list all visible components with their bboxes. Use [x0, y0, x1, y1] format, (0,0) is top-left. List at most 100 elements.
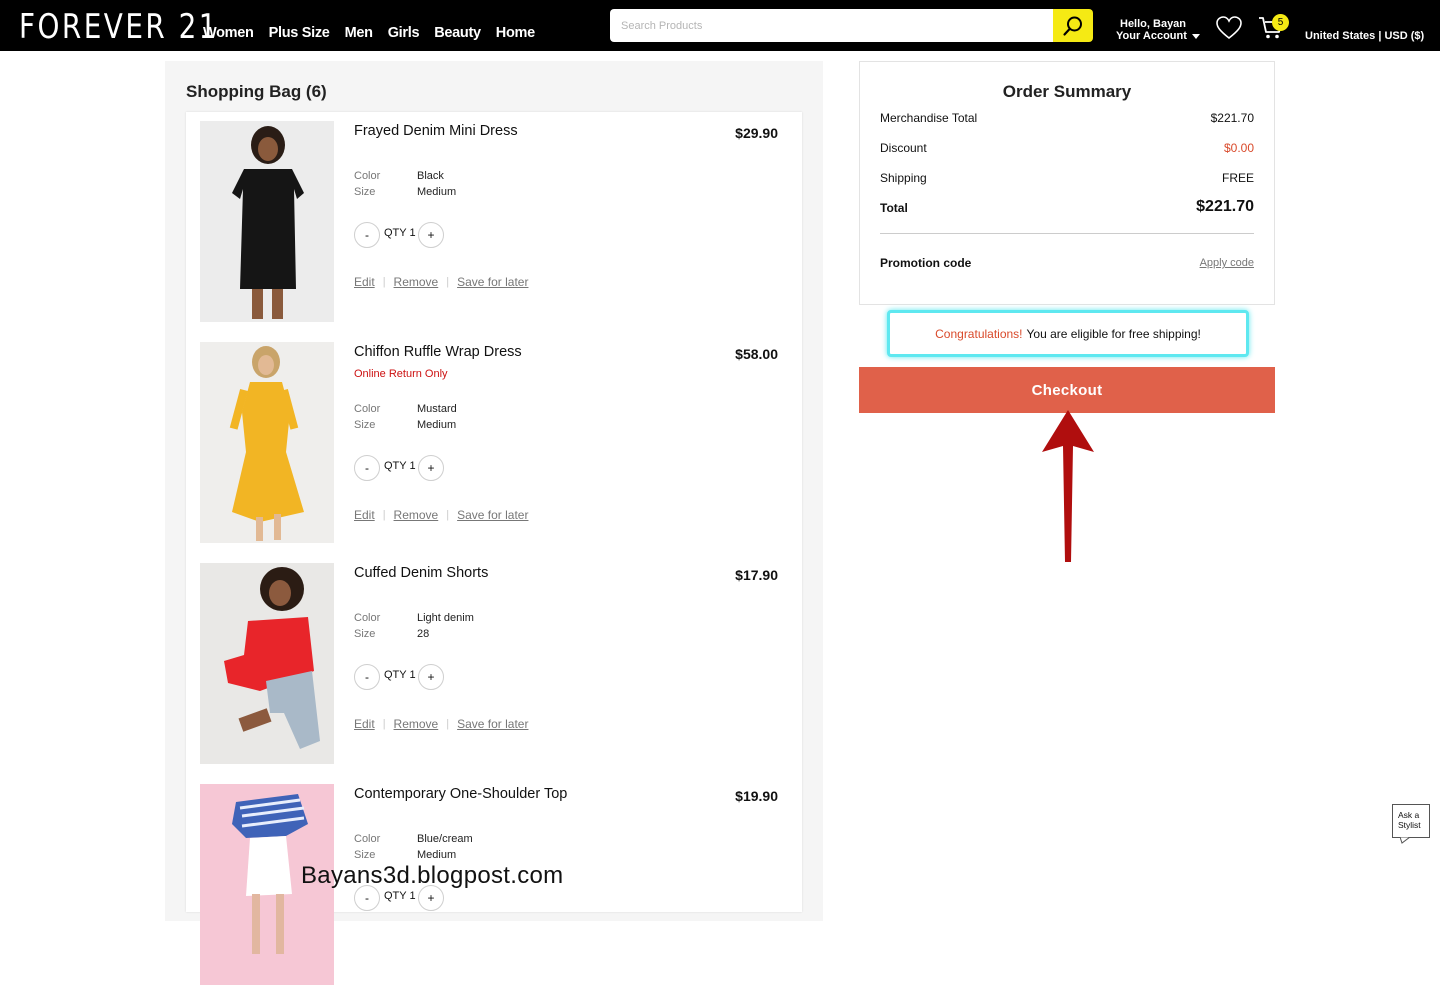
online-return-only-note: Online Return Only	[354, 368, 448, 380]
shipping-row: Shipping FREE	[880, 171, 1254, 185]
item-actions: Edit | Remove | Save for later	[354, 508, 528, 522]
product-price: $17.90	[735, 567, 778, 583]
checkout-button[interactable]: Checkout	[859, 367, 1275, 413]
size-label: Size	[354, 628, 376, 640]
congrats-highlight: Congratulations!	[935, 326, 1023, 341]
size-label: Size	[354, 186, 376, 198]
watermark-text: Bayans3d.blogpost.com	[301, 862, 564, 889]
qty-label: QTY 1	[384, 890, 416, 902]
divider: |	[446, 509, 450, 521]
product-image[interactable]	[200, 121, 334, 322]
promotion-code-label: Promotion code	[880, 256, 972, 270]
product-name[interactable]: Contemporary One-Shoulder Top	[354, 786, 567, 802]
speech-bubble-tail-icon	[1400, 837, 1411, 844]
qty-decrease-button[interactable]: -	[354, 222, 380, 248]
size-value: Medium	[417, 849, 457, 861]
main-nav: Women Plus Size Men Girls Beauty Home	[203, 25, 535, 41]
bag-item-list: Frayed Denim Mini Dress $29.90 Color Bla…	[186, 112, 802, 985]
congrats-text: You are eligible for free shipping!	[1026, 326, 1201, 341]
total-value: $221.70	[1196, 198, 1254, 215]
nav-plus-size[interactable]: Plus Size	[269, 25, 330, 41]
color-value: Light denim	[417, 612, 474, 624]
divider: |	[382, 276, 386, 288]
red-arrow-annotation	[1042, 410, 1094, 562]
cart-count-badge: 5	[1272, 14, 1289, 31]
bag-item: Chiffon Ruffle Wrap Dress $58.00 Online …	[186, 333, 802, 543]
shipping-value: FREE	[1221, 171, 1254, 185]
merchandise-total-value: $221.70	[1210, 111, 1254, 125]
divider: |	[446, 276, 450, 288]
total-label: Total	[880, 201, 908, 215]
nav-home[interactable]: Home	[496, 25, 535, 41]
free-shipping-message: Congratulations! You are eligible for fr…	[887, 310, 1249, 357]
apply-code-link[interactable]: Apply code	[1200, 257, 1254, 269]
top-navigation-bar: FOREVER 21 Women Plus Size Men Girls Bea…	[0, 0, 1440, 51]
discount-label: Discount	[880, 141, 927, 155]
product-name[interactable]: Frayed Denim Mini Dress	[354, 123, 518, 139]
color-value: Mustard	[417, 403, 457, 415]
bag-item: Cuffed Denim Shorts $17.90 Color Light d…	[186, 554, 802, 764]
region-currency-selector[interactable]: United States | USD ($)	[1305, 30, 1424, 42]
qty-increase-button[interactable]: +	[418, 455, 444, 481]
product-price: $29.90	[735, 125, 778, 141]
qty-decrease-button[interactable]: -	[354, 455, 380, 481]
nav-women[interactable]: Women	[203, 25, 254, 41]
product-price: $19.90	[735, 788, 778, 804]
order-summary-title: Order Summary	[1002, 82, 1132, 101]
size-value: 28	[417, 628, 430, 640]
color-label: Color	[354, 170, 381, 182]
color-label: Color	[354, 612, 381, 624]
chevron-down-icon	[1192, 34, 1200, 39]
remove-link[interactable]: Remove	[394, 508, 439, 522]
nav-beauty[interactable]: Beauty	[434, 25, 481, 41]
wishlist-heart-icon[interactable]	[1216, 16, 1242, 40]
forever21-logo[interactable]: FOREVER 21	[19, 8, 219, 46]
product-image[interactable]	[200, 342, 334, 543]
size-value: Medium	[417, 419, 457, 431]
divider: |	[446, 718, 450, 730]
qty-label: QTY 1	[384, 460, 416, 472]
search-icon	[1063, 16, 1082, 36]
item-actions: Edit | Remove | Save for later	[354, 717, 528, 731]
divider: |	[382, 509, 386, 521]
account-greeting: Hello, Bayan	[1120, 18, 1187, 30]
size-label: Size	[354, 419, 376, 431]
divider: |	[382, 718, 386, 730]
merchandise-total-row: Merchandise Total $221.70	[880, 111, 1254, 125]
edit-link[interactable]: Edit	[354, 717, 375, 731]
save-for-later-link[interactable]: Save for later	[457, 275, 528, 289]
product-price: $58.00	[735, 346, 778, 362]
merchandise-total-label: Merchandise Total	[880, 111, 978, 125]
account-menu[interactable]: Hello, Bayan Your Account	[1116, 18, 1200, 42]
save-for-later-link[interactable]: Save for later	[457, 717, 528, 731]
bag-item: Frayed Denim Mini Dress $29.90 Color Bla…	[186, 112, 802, 322]
nav-men[interactable]: Men	[345, 25, 373, 41]
size-value: Medium	[417, 186, 457, 198]
product-name[interactable]: Cuffed Denim Shorts	[354, 565, 488, 581]
account-label: Your Account	[1116, 30, 1187, 42]
qty-increase-button[interactable]: +	[418, 222, 444, 248]
remove-link[interactable]: Remove	[394, 717, 439, 731]
product-name[interactable]: Chiffon Ruffle Wrap Dress	[354, 344, 522, 360]
shipping-label: Shipping	[880, 171, 927, 185]
search-input[interactable]	[610, 9, 1054, 42]
search-button[interactable]	[1053, 9, 1093, 42]
remove-link[interactable]: Remove	[394, 275, 439, 289]
discount-row: Discount $0.00	[880, 141, 1254, 155]
order-summary-panel: Order Summary Merchandise Total $221.70 …	[859, 61, 1275, 305]
item-actions: Edit | Remove | Save for later	[354, 275, 528, 289]
edit-link[interactable]: Edit	[354, 275, 375, 289]
color-value: Black	[417, 170, 444, 182]
shopping-bag-title: Shopping Bag (6)	[186, 82, 327, 101]
qty-decrease-button[interactable]: -	[354, 664, 380, 690]
qty-label: QTY 1	[384, 227, 416, 239]
product-image[interactable]	[200, 563, 334, 764]
nav-girls[interactable]: Girls	[388, 25, 420, 41]
color-label: Color	[354, 833, 381, 845]
size-label: Size	[354, 849, 376, 861]
qty-label: QTY 1	[384, 669, 416, 681]
ask-a-stylist-button[interactable]: Ask a Stylist	[1392, 804, 1430, 838]
save-for-later-link[interactable]: Save for later	[457, 508, 528, 522]
qty-increase-button[interactable]: +	[418, 664, 444, 690]
edit-link[interactable]: Edit	[354, 508, 375, 522]
